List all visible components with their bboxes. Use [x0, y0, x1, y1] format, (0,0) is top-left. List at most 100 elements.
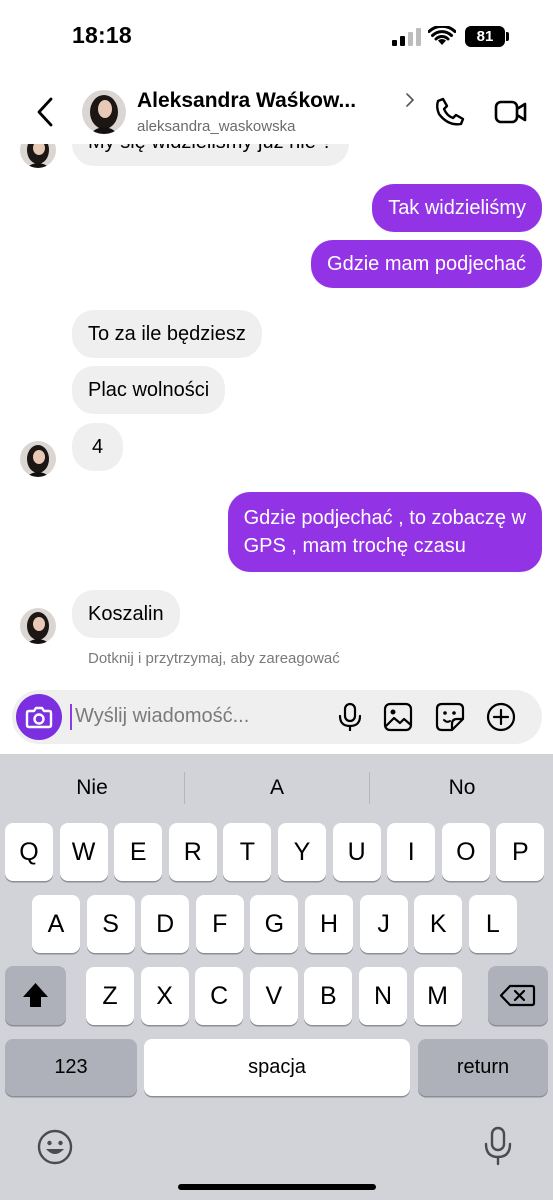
microphone-icon[interactable]: [335, 702, 365, 732]
key-label: M: [427, 982, 448, 1010]
key-label: R: [183, 838, 202, 866]
key-label: G: [264, 910, 285, 938]
key-g[interactable]: G: [250, 895, 299, 953]
key-q[interactable]: Q: [5, 823, 53, 881]
message-text: To za ile będziesz: [88, 323, 246, 345]
key-j[interactable]: J: [359, 895, 408, 953]
back-arrow-icon[interactable]: [32, 96, 60, 128]
message-text: Koszalin: [88, 603, 164, 625]
key-label: N: [373, 982, 393, 1010]
shift-key[interactable]: [5, 966, 66, 1025]
key-u[interactable]: U: [332, 823, 381, 881]
sticker-icon[interactable]: [435, 702, 465, 732]
message-input[interactable]: Wyślij wiadomość...: [75, 705, 249, 728]
keyboard: Nie A No Q W E R T Y U I O P A S D F G H J K L Z X C V B N M 12…: [0, 754, 553, 1200]
message-incoming[interactable]: To za ile będziesz: [72, 310, 262, 358]
status-time: 18:18: [72, 22, 132, 48]
key-label: Y: [293, 838, 311, 866]
chevron-right-icon[interactable]: [404, 92, 416, 108]
key-v[interactable]: V: [249, 967, 298, 1025]
message-outgoing[interactable]: Gdzie podjechać , to zobaczę w GPS , mam…: [227, 492, 542, 572]
suggestion[interactable]: Nie: [0, 754, 184, 822]
key-m[interactable]: M: [413, 967, 462, 1025]
message-incoming[interactable]: 4: [72, 423, 124, 471]
message-text: My się widzieliśmy już nie ?: [88, 144, 333, 153]
wifi-icon: [428, 26, 456, 45]
key-l[interactable]: L: [468, 895, 517, 953]
message-outgoing[interactable]: Gdzie mam podjechać: [311, 240, 542, 288]
message-outgoing[interactable]: Tak widzieliśmy: [372, 184, 542, 232]
text-cursor: [70, 704, 72, 730]
home-indicator: [178, 1184, 376, 1190]
sender-avatar: [20, 144, 56, 168]
key-b[interactable]: B: [304, 967, 353, 1025]
suggestion[interactable]: A: [185, 754, 369, 822]
message-text: Gdzie mam podjechać: [327, 253, 526, 275]
key-p[interactable]: P: [496, 823, 545, 881]
camera-button[interactable]: [16, 694, 62, 740]
battery-tip: [506, 32, 509, 41]
key-label: A: [47, 910, 65, 938]
message-text: 4: [92, 436, 104, 458]
phone-call-icon[interactable]: [434, 96, 466, 128]
space-key[interactable]: spacja: [144, 1039, 410, 1096]
emoji-icon[interactable]: [36, 1128, 74, 1166]
key-d[interactable]: D: [141, 895, 190, 953]
key-label: O: [456, 838, 476, 866]
key-s[interactable]: S: [86, 895, 135, 953]
key-n[interactable]: N: [359, 967, 407, 1025]
key-label: D: [156, 910, 175, 938]
dictation-microphone-icon[interactable]: [482, 1126, 514, 1166]
key-z[interactable]: Z: [86, 967, 134, 1025]
suggestion[interactable]: No: [370, 754, 553, 822]
key-label: S: [102, 910, 119, 938]
key-c[interactable]: C: [195, 967, 244, 1025]
key-label: P: [512, 838, 529, 866]
key-label: W: [71, 838, 96, 866]
key-label: X: [156, 982, 173, 1010]
key-w[interactable]: W: [59, 823, 108, 881]
key-t[interactable]: T: [223, 823, 272, 881]
message-list[interactable]: My się widzieliśmy już nie ? Tak widziel…: [0, 144, 553, 690]
message-text-line: Gdzie podjechać , to zobaczę w: [243, 507, 526, 529]
key-i[interactable]: I: [387, 823, 436, 881]
status-bar: 18:18 81: [0, 0, 553, 80]
key-label: V: [265, 982, 283, 1010]
backspace-key[interactable]: [488, 966, 548, 1025]
space-key-label: spacja: [248, 1056, 306, 1078]
sender-avatar: [20, 608, 56, 644]
contact-name[interactable]: Aleksandra Waśkow...: [137, 89, 356, 113]
add-plus-icon[interactable]: [486, 702, 516, 732]
key-label: H: [319, 910, 339, 938]
message-incoming[interactable]: Koszalin: [72, 590, 180, 638]
video-call-icon[interactable]: [494, 97, 528, 127]
key-label: J: [377, 910, 390, 938]
shift-arrow-icon: [23, 983, 48, 1007]
contact-avatar[interactable]: [82, 90, 126, 134]
message-text: Tak widzieliśmy: [388, 197, 526, 219]
key-a[interactable]: A: [32, 895, 80, 953]
gallery-icon[interactable]: [383, 702, 413, 732]
key-label: E: [129, 838, 147, 866]
battery-level: 81: [476, 28, 494, 45]
numbers-key-label: 123: [54, 1056, 88, 1078]
key-e[interactable]: E: [114, 823, 163, 881]
key-label: Q: [19, 838, 39, 866]
return-key[interactable]: return: [418, 1039, 548, 1096]
message-incoming[interactable]: My się widzieliśmy już nie ?: [72, 144, 349, 166]
cellular-signal-icon: [392, 28, 421, 46]
key-label: L: [485, 910, 500, 938]
message-incoming[interactable]: Plac wolności: [72, 366, 226, 414]
message-composer: Wyślij wiadomość...: [12, 690, 542, 744]
key-y[interactable]: Y: [278, 823, 326, 881]
contact-username: aleksandra_waskowska: [137, 118, 296, 135]
key-label: I: [407, 838, 415, 866]
key-k[interactable]: K: [414, 895, 463, 953]
key-h[interactable]: H: [305, 895, 353, 953]
key-label: B: [320, 982, 337, 1010]
numbers-key[interactable]: 123: [5, 1039, 137, 1096]
key-f[interactable]: F: [195, 895, 244, 953]
key-o[interactable]: O: [441, 823, 490, 881]
key-r[interactable]: R: [168, 823, 217, 881]
key-x[interactable]: X: [140, 967, 189, 1025]
